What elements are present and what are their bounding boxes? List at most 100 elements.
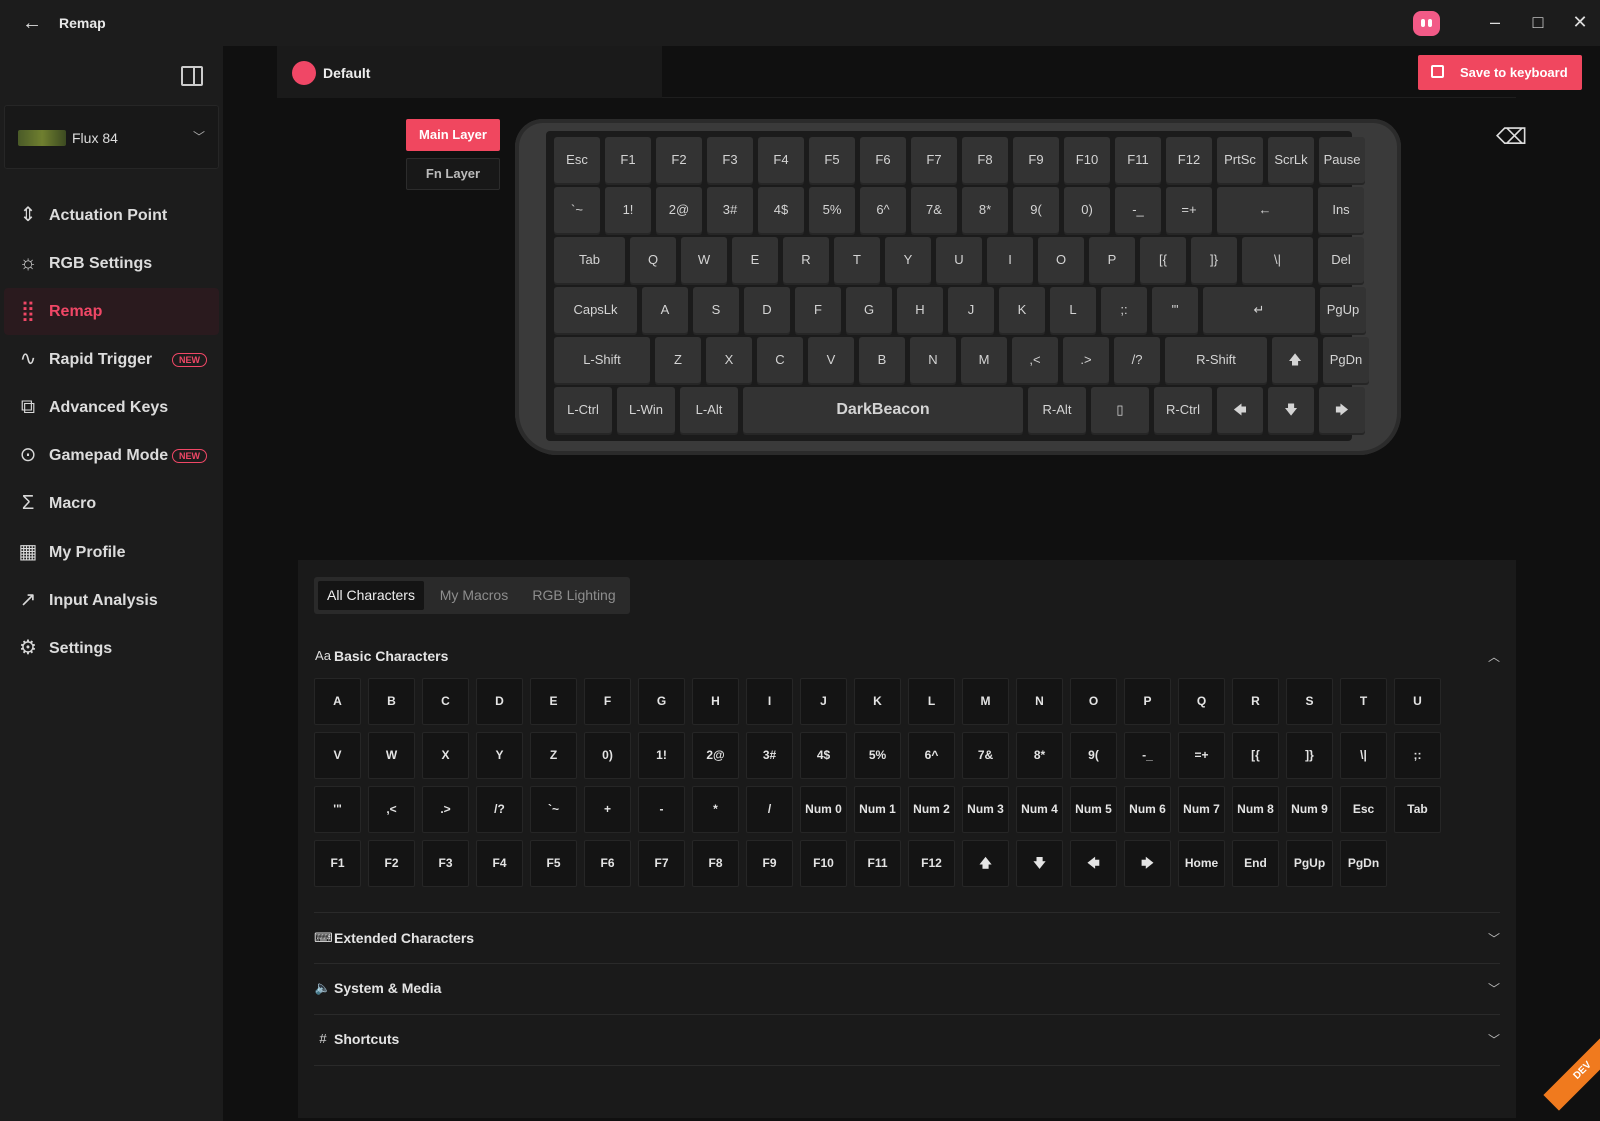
key[interactable]: Tab — [554, 237, 625, 283]
key[interactable]: .> — [1063, 337, 1109, 383]
key[interactable]: F5 — [809, 137, 855, 183]
section-system-media[interactable]: 🔈 System & Media ﹀ — [314, 963, 1500, 1015]
key[interactable]: ScrLk — [1268, 137, 1314, 183]
key[interactable]: D — [744, 287, 790, 333]
character-key[interactable]: X — [422, 732, 469, 779]
key[interactable]: G — [846, 287, 892, 333]
character-key[interactable]: F4 — [476, 840, 523, 887]
character-key[interactable]: Num 3 — [962, 786, 1009, 833]
key[interactable]: R — [783, 237, 829, 283]
key[interactable]: R-Alt — [1028, 387, 1086, 433]
key[interactable]: -_ — [1115, 187, 1161, 233]
character-key[interactable]: Num 0 — [800, 786, 847, 833]
section-extended-characters[interactable]: ⌨ Extended Characters ﹀ — [314, 912, 1500, 964]
key[interactable]: 8* — [962, 187, 1008, 233]
key[interactable]: 9( — [1013, 187, 1059, 233]
key[interactable]: 0) — [1064, 187, 1110, 233]
character-key[interactable]: R — [1232, 678, 1279, 725]
back-arrow-icon[interactable]: ← — [20, 12, 44, 34]
key[interactable]: F4 — [758, 137, 804, 183]
character-key[interactable]: F3 — [422, 840, 469, 887]
character-key[interactable]: 0) — [584, 732, 631, 779]
character-key[interactable]: F11 — [854, 840, 901, 887]
character-key[interactable]: Num 1 — [854, 786, 901, 833]
key[interactable]: F11 — [1115, 137, 1161, 183]
key[interactable]: J — [948, 287, 994, 333]
key[interactable]: F1 — [605, 137, 651, 183]
key[interactable]: PgUp — [1320, 287, 1366, 333]
character-key[interactable]: F7 — [638, 840, 685, 887]
key[interactable]: F — [795, 287, 841, 333]
key[interactable]: Z — [655, 337, 701, 383]
sidebar-item-rgb-settings[interactable]: ☼ RGB Settings — [4, 240, 219, 287]
character-key[interactable]: Z — [530, 732, 577, 779]
fn-layer-button[interactable]: Fn Layer — [406, 158, 500, 190]
character-key[interactable]: Num 8 — [1232, 786, 1279, 833]
character-key[interactable]: A — [314, 678, 361, 725]
tab-all-characters[interactable]: All Characters — [318, 581, 424, 610]
character-key[interactable]: 🡆 — [1124, 840, 1171, 887]
key[interactable]: [{ — [1140, 237, 1186, 283]
character-key[interactable]: / — [746, 786, 793, 833]
character-key[interactable]: L — [908, 678, 955, 725]
eraser-icon[interactable]: ⌫ — [1496, 124, 1527, 150]
character-key[interactable]: I — [746, 678, 793, 725]
key[interactable]: R-Ctrl — [1154, 387, 1212, 433]
sidebar-item-my-profile[interactable]: ▦ My Profile — [4, 529, 219, 576]
key[interactable]: U — [936, 237, 982, 283]
character-key[interactable]: M — [962, 678, 1009, 725]
character-key[interactable]: - — [638, 786, 685, 833]
mascot-icon[interactable] — [1413, 11, 1440, 36]
key[interactable]: ]} — [1191, 237, 1237, 283]
character-key[interactable]: Num 4 — [1016, 786, 1063, 833]
character-key[interactable]: '" — [314, 786, 361, 833]
character-key[interactable]: S — [1286, 678, 1333, 725]
character-key[interactable]: 🡅 — [962, 840, 1009, 887]
key[interactable]: ,< — [1012, 337, 1058, 383]
character-key[interactable]: H — [692, 678, 739, 725]
character-key[interactable]: J — [800, 678, 847, 725]
key[interactable]: 🡄 — [1217, 387, 1263, 433]
character-key[interactable]: C — [422, 678, 469, 725]
profile-selector[interactable]: Default — [277, 46, 662, 98]
character-key[interactable]: Num 2 — [908, 786, 955, 833]
key[interactable]: 🡆 — [1319, 387, 1365, 433]
character-key[interactable]: E — [530, 678, 577, 725]
key[interactable]: L-Ctrl — [554, 387, 612, 433]
key[interactable]: ▯ — [1091, 387, 1149, 433]
key[interactable]: O — [1038, 237, 1084, 283]
key[interactable]: B — [859, 337, 905, 383]
character-key[interactable]: \| — [1340, 732, 1387, 779]
character-key[interactable]: 🡄 — [1070, 840, 1117, 887]
key[interactable]: 7& — [911, 187, 957, 233]
key[interactable]: F2 — [656, 137, 702, 183]
key[interactable]: Esc — [554, 137, 600, 183]
character-key[interactable]: 8* — [1016, 732, 1063, 779]
character-key[interactable]: Esc — [1340, 786, 1387, 833]
character-key[interactable]: Home — [1178, 840, 1225, 887]
character-key[interactable]: F10 — [800, 840, 847, 887]
key[interactable]: F7 — [911, 137, 957, 183]
character-key[interactable]: F12 — [908, 840, 955, 887]
key[interactable]: /? — [1114, 337, 1160, 383]
key[interactable]: L-Shift — [554, 337, 650, 383]
key[interactable]: I — [987, 237, 1033, 283]
key[interactable]: C — [757, 337, 803, 383]
key[interactable]: 🡇 — [1268, 387, 1314, 433]
character-key[interactable]: PgUp — [1286, 840, 1333, 887]
character-key[interactable]: * — [692, 786, 739, 833]
key[interactable]: 6^ — [860, 187, 906, 233]
key[interactable]: X — [706, 337, 752, 383]
key[interactable]: ← — [1217, 187, 1313, 233]
key[interactable]: ;: — [1101, 287, 1147, 333]
minimize-button[interactable]: – — [1480, 8, 1510, 36]
character-key[interactable]: =+ — [1178, 732, 1225, 779]
character-key[interactable]: End — [1232, 840, 1279, 887]
key[interactable]: 5% — [809, 187, 855, 233]
maximize-button[interactable]: □ — [1523, 8, 1553, 36]
key[interactable]: F6 — [860, 137, 906, 183]
character-key[interactable]: P — [1124, 678, 1171, 725]
key[interactable]: S — [693, 287, 739, 333]
key[interactable]: CapsLk — [554, 287, 637, 333]
character-key[interactable]: N — [1016, 678, 1063, 725]
